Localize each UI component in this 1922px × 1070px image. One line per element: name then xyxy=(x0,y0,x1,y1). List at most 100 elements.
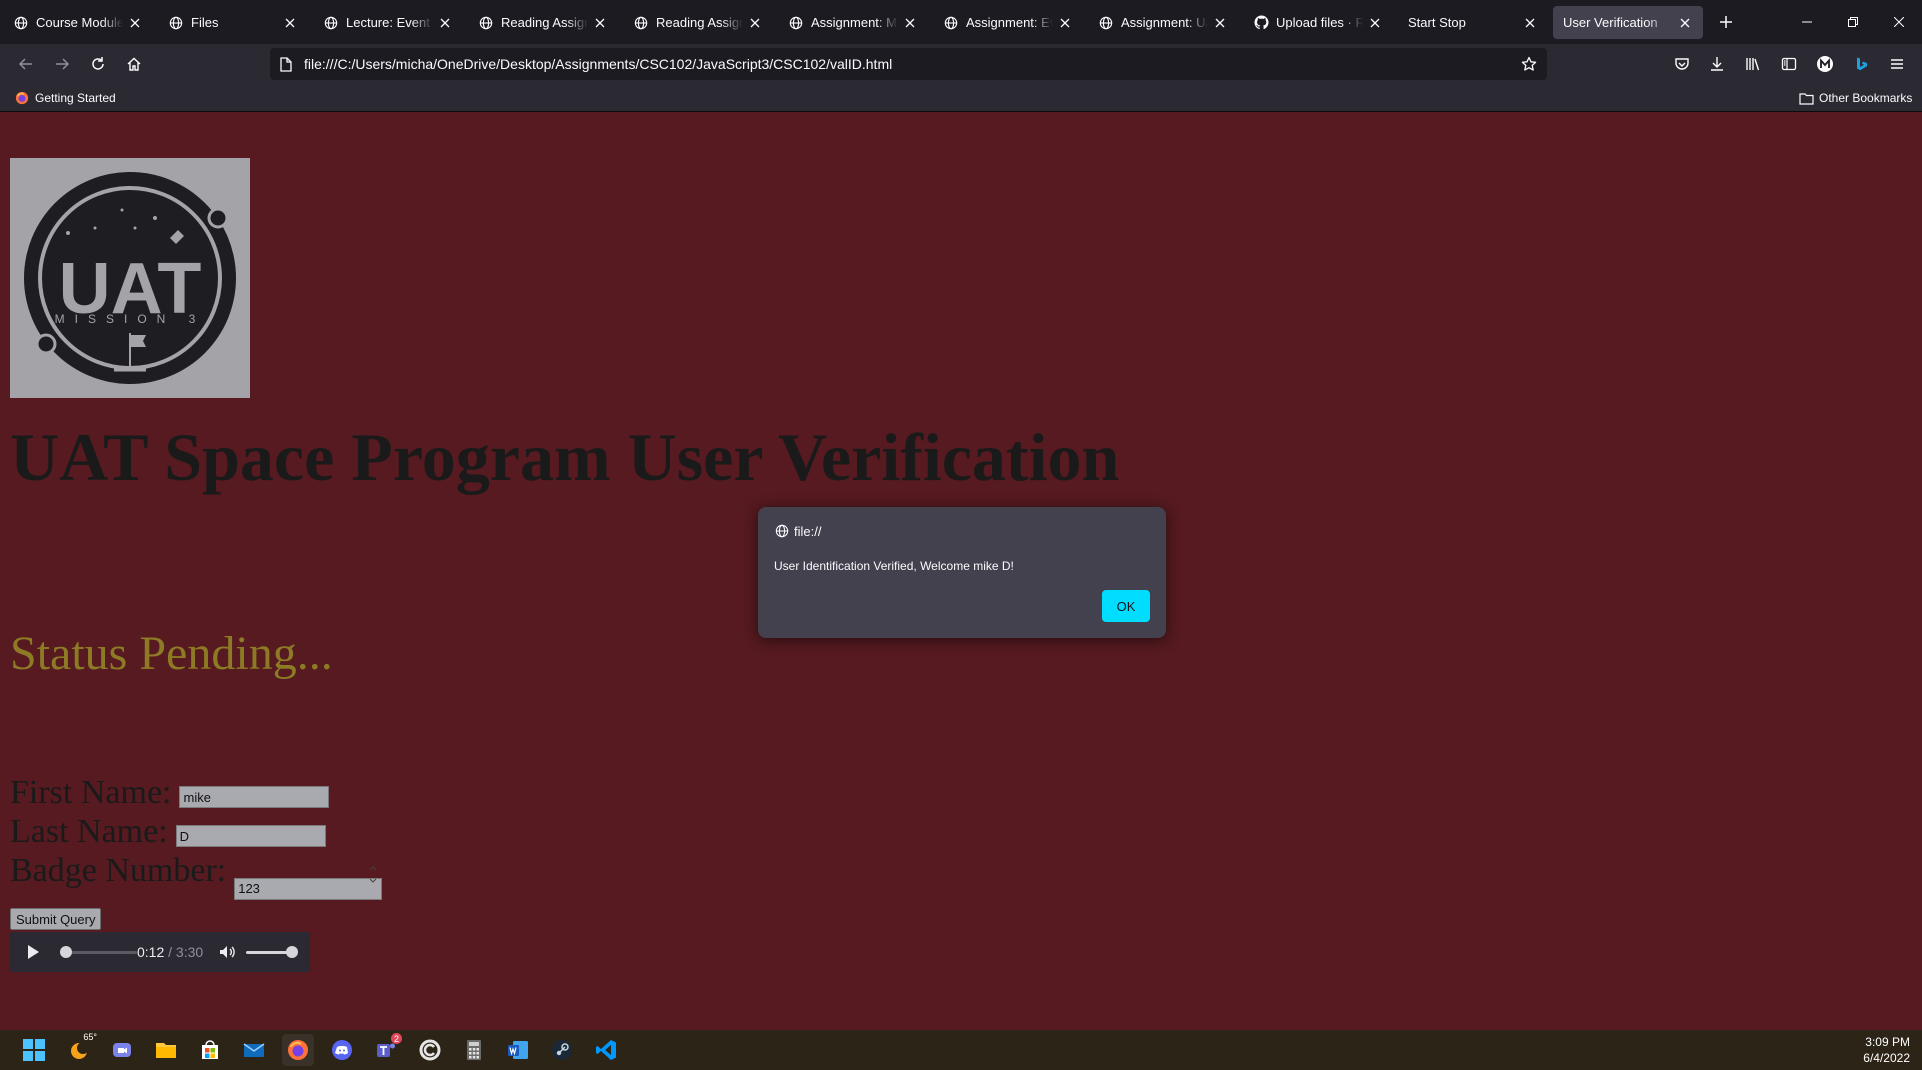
tab-title: Assignment: Event xyxy=(966,15,1053,30)
close-tab-icon[interactable] xyxy=(437,15,453,31)
teams-taskbar[interactable]: 2 xyxy=(370,1033,402,1066)
bookmark-star-button[interactable] xyxy=(1515,50,1543,78)
github-icon xyxy=(1253,15,1269,31)
microsoft-store-taskbar[interactable] xyxy=(194,1034,226,1066)
tab-7[interactable]: Assignment: Event xyxy=(933,6,1083,39)
sidebar-button[interactable] xyxy=(1775,50,1803,78)
globe-icon xyxy=(943,15,959,31)
badge-number-input[interactable] xyxy=(234,877,383,900)
library-button[interactable] xyxy=(1739,50,1767,78)
windows-logo-icon xyxy=(23,1039,45,1061)
minimize-button[interactable] xyxy=(1784,0,1830,44)
mute-button[interactable] xyxy=(218,943,236,966)
system-clock[interactable]: 3:09 PM 6/4/2022 xyxy=(1863,1034,1910,1066)
new-tab-button[interactable] xyxy=(1714,10,1738,34)
reload-button[interactable] xyxy=(84,50,112,78)
app-menu-button[interactable] xyxy=(1883,50,1911,78)
duration: / 3:30 xyxy=(168,944,204,960)
file-explorer-taskbar[interactable] xyxy=(150,1034,182,1066)
tab-3[interactable]: Lecture: Event Driven xyxy=(313,6,463,39)
tab-6[interactable]: Assignment: Mission xyxy=(778,6,928,39)
close-tab-icon[interactable] xyxy=(1212,15,1228,31)
chevron-up-icon[interactable] xyxy=(369,866,377,871)
play-button[interactable] xyxy=(26,944,40,965)
audio-progress-thumb[interactable] xyxy=(60,946,73,958)
home-button[interactable] xyxy=(120,50,148,78)
firefox-taskbar[interactable] xyxy=(282,1034,314,1066)
badge-number-label: Badge Number: xyxy=(10,852,227,889)
mail-taskbar[interactable] xyxy=(238,1034,270,1066)
steam-taskbar[interactable] xyxy=(546,1034,578,1066)
vscode-taskbar[interactable] xyxy=(590,1034,622,1066)
teams-chat-taskbar[interactable] xyxy=(106,1034,138,1066)
app-c-icon xyxy=(419,1039,441,1061)
close-tab-icon[interactable] xyxy=(1057,15,1073,31)
moon-weather-icon xyxy=(71,1042,89,1059)
chevron-down-icon[interactable] xyxy=(369,878,377,883)
calculator-taskbar[interactable] xyxy=(458,1034,490,1066)
close-tab-icon[interactable] xyxy=(902,15,918,31)
forward-button[interactable] xyxy=(48,50,76,78)
tab-title: Assignment: Mission xyxy=(811,15,898,30)
tab-title: Start Stop xyxy=(1408,15,1466,30)
discord-taskbar[interactable] xyxy=(326,1034,358,1066)
tab-title: Assignment: UAT S xyxy=(1121,15,1208,30)
address-bar[interactable]: file:///C:/Users/micha/OneDrive/Desktop/… xyxy=(270,48,1547,80)
close-tab-icon[interactable] xyxy=(747,15,763,31)
audio-progress-track[interactable] xyxy=(60,946,137,958)
folder-icon xyxy=(156,1043,176,1058)
tab-8[interactable]: Assignment: UAT S xyxy=(1088,6,1238,39)
last-name-input[interactable] xyxy=(175,825,326,847)
tab-title: Lecture: Event Driven xyxy=(346,15,433,30)
pocket-icon xyxy=(1675,58,1689,70)
close-tab-icon[interactable] xyxy=(1367,15,1383,31)
dialog-header: file:// xyxy=(774,523,821,539)
account-button[interactable] xyxy=(1811,50,1839,78)
video-chat-icon xyxy=(113,1043,131,1057)
close-window-button[interactable] xyxy=(1876,0,1922,44)
tab-11[interactable]: User Verification xyxy=(1553,6,1703,39)
close-tab-icon[interactable] xyxy=(1522,15,1538,31)
close-tab-icon[interactable] xyxy=(127,15,143,31)
other-bookmarks-folder[interactable]: Other Bookmarks xyxy=(1798,88,1912,108)
clipchamp-taskbar[interactable] xyxy=(414,1034,446,1066)
minimize-icon xyxy=(1802,21,1812,23)
weather-widget[interactable]: 65° xyxy=(63,1032,97,1066)
vscode-icon xyxy=(596,1040,616,1060)
volume-slider[interactable] xyxy=(246,946,298,958)
url-text[interactable]: file:///C:/Users/micha/OneDrive/Desktop/… xyxy=(304,56,1515,72)
badge-number-stepper[interactable] xyxy=(234,864,383,900)
globe-icon xyxy=(478,15,494,31)
restore-icon xyxy=(1848,17,1858,27)
bookmark-getting-started[interactable]: Getting Started xyxy=(14,88,116,108)
sidebar-icon xyxy=(1781,57,1797,71)
start-button[interactable] xyxy=(18,1034,50,1066)
navigation-toolbar: file:///C:/Users/micha/OneDrive/Desktop/… xyxy=(0,44,1922,84)
stepper-arrows[interactable] xyxy=(366,866,380,883)
close-tab-icon[interactable] xyxy=(592,15,608,31)
tab-10[interactable]: Start Stop xyxy=(1398,6,1548,39)
close-tab-icon[interactable] xyxy=(282,15,298,31)
tab-2[interactable]: Files xyxy=(158,6,308,39)
bing-extension-button[interactable] xyxy=(1847,50,1875,78)
tab-1[interactable]: Course Modules: CSC102 xyxy=(3,6,153,39)
tab-9[interactable]: Upload files · RyuS xyxy=(1243,6,1393,39)
first-name-input[interactable] xyxy=(179,786,330,808)
bookmark-label: Getting Started xyxy=(35,91,116,105)
back-button[interactable] xyxy=(12,50,40,78)
uat-mission-logo: UAT MISSION 3 xyxy=(10,158,250,398)
steam-icon xyxy=(552,1040,572,1060)
tab-4[interactable]: Reading Assignment xyxy=(468,6,618,39)
ok-button[interactable]: OK xyxy=(1102,590,1150,622)
word-taskbar[interactable] xyxy=(502,1034,534,1066)
account-avatar-icon xyxy=(1817,56,1833,72)
last-name-label: Last Name: xyxy=(10,813,168,850)
restore-button[interactable] xyxy=(1830,0,1876,44)
pocket-button[interactable] xyxy=(1668,50,1696,78)
close-tab-icon[interactable] xyxy=(1677,15,1693,31)
downloads-button[interactable] xyxy=(1703,50,1731,78)
submit-button[interactable]: Submit Query xyxy=(10,908,102,930)
tab-5[interactable]: Reading Assignment xyxy=(623,6,773,39)
windows-taskbar: 65° 2 3:09 PM 6/4/2022 xyxy=(0,1030,1922,1070)
volume-thumb[interactable] xyxy=(286,946,298,958)
